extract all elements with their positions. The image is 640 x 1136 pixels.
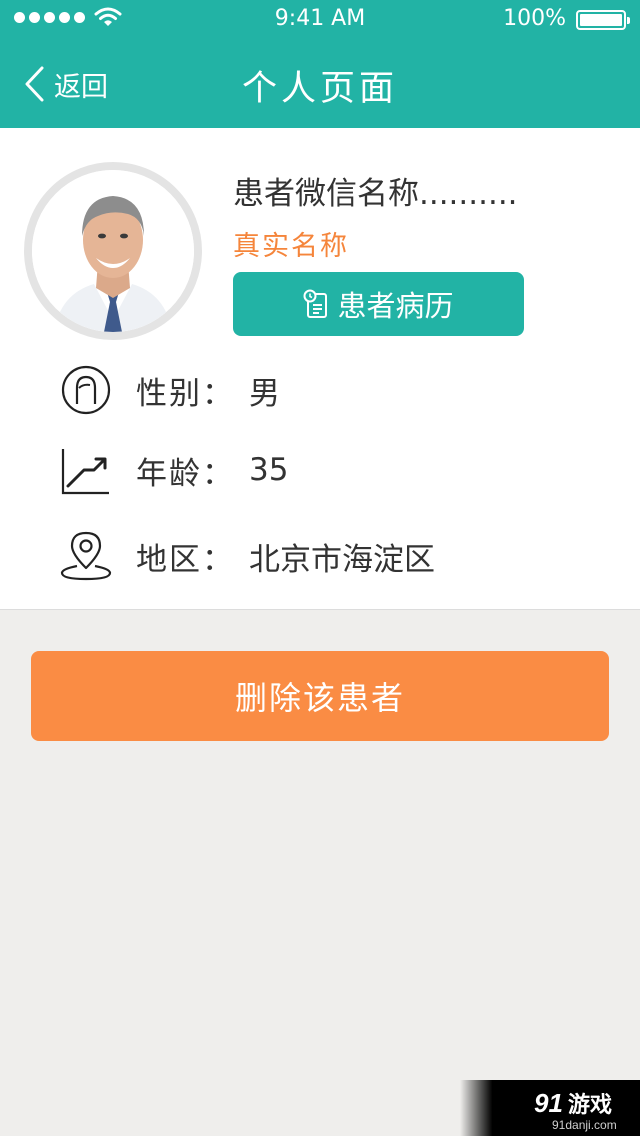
delete-patient-button[interactable]: 删除该患者	[31, 651, 609, 741]
status-bar: 9:41 AM 100%	[0, 0, 640, 40]
trend-icon	[60, 444, 112, 496]
wechat-name: 患者微信名称..........	[233, 176, 518, 212]
region-value: 北京市海淀区	[249, 541, 435, 578]
real-name: 真实名称	[233, 231, 349, 262]
avatar-photo	[32, 170, 194, 332]
region-label: 地区：	[136, 541, 235, 578]
watermark-mark: 91 游戏 91danji.com	[534, 1088, 617, 1132]
location-pin-icon	[60, 530, 112, 582]
person-icon	[60, 364, 112, 416]
battery-percent: 100%	[503, 6, 566, 31]
svg-text:91: 91	[534, 1088, 563, 1118]
medical-records-button[interactable]: 患者病历	[233, 272, 524, 336]
svg-text:91danji.com: 91danji.com	[552, 1118, 617, 1132]
age-value: 35	[249, 452, 289, 488]
region-row: 地区： 北京市海淀区	[60, 528, 435, 584]
gender-row: 性别： 男	[60, 362, 280, 418]
document-clock-icon	[303, 289, 328, 318]
age-label: 年龄：	[136, 455, 235, 492]
svg-text:游戏: 游戏	[568, 1092, 612, 1118]
gender-value: 男	[249, 375, 280, 412]
page-title: 个人页面	[241, 69, 398, 109]
watermark-logo: 91 游戏 91danji.com	[460, 1080, 640, 1136]
avatar[interactable]	[24, 162, 202, 340]
battery-icon	[576, 10, 630, 30]
header-bar: 9:41 AM 100% 返回 个人页面	[0, 0, 640, 128]
gender-label: 性别：	[136, 375, 235, 412]
battery-level	[580, 14, 622, 26]
profile-card: 患者微信名称.......... 真实名称 患者病历 性别： 男 年龄： 35 …	[0, 128, 640, 610]
medical-records-label: 患者病历	[337, 289, 454, 323]
age-row: 年龄： 35	[60, 442, 288, 498]
